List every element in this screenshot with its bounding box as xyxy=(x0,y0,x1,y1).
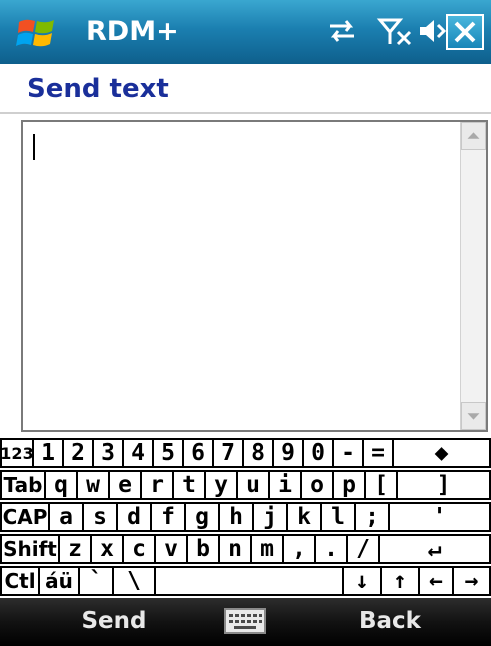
key-6[interactable]: 6 xyxy=(182,438,214,468)
signal-icon[interactable] xyxy=(376,14,416,48)
key-8[interactable]: 8 xyxy=(242,438,274,468)
key-123[interactable]: 123 xyxy=(0,438,34,468)
key-j[interactable]: j xyxy=(252,502,288,532)
key-z[interactable]: z xyxy=(58,534,92,564)
key-backslash[interactable]: \ xyxy=(112,566,156,596)
back-softkey[interactable]: Back xyxy=(340,608,440,638)
key-m[interactable]: m xyxy=(250,534,284,564)
key-q[interactable]: q xyxy=(44,470,78,500)
key-semicolon[interactable]: ; xyxy=(354,502,390,532)
key-tab[interactable]: Tab xyxy=(0,470,46,500)
key-2[interactable]: 2 xyxy=(62,438,94,468)
key-x[interactable]: x xyxy=(90,534,124,564)
key-enter[interactable]: ↵ xyxy=(378,534,491,564)
message-textarea[interactable] xyxy=(21,120,488,432)
key-comma[interactable]: , xyxy=(282,534,316,564)
volume-icon[interactable] xyxy=(418,14,448,48)
close-icon xyxy=(454,21,476,43)
key-0[interactable]: 0 xyxy=(302,438,334,468)
key-lbracket[interactable]: [ xyxy=(364,470,398,500)
title-bar: RDM+ xyxy=(0,0,491,64)
header-divider xyxy=(0,112,491,114)
key-a[interactable]: a xyxy=(48,502,84,532)
key-backtick[interactable]: ` xyxy=(78,566,114,596)
page-header: Send text xyxy=(0,64,491,114)
key-minus[interactable]: - xyxy=(332,438,364,468)
key-y[interactable]: y xyxy=(204,470,238,500)
page-title: Send text xyxy=(27,74,169,104)
key-equals[interactable]: = xyxy=(362,438,394,468)
key-cap[interactable]: CAP xyxy=(0,502,50,532)
key-arrow-left[interactable]: ← xyxy=(418,566,454,596)
key-quote[interactable]: ' xyxy=(388,502,491,532)
scroll-up-icon xyxy=(467,132,480,139)
key-f[interactable]: f xyxy=(150,502,186,532)
scroll-up-button[interactable] xyxy=(461,122,486,150)
key-k[interactable]: k xyxy=(286,502,322,532)
key-accents[interactable]: áü xyxy=(38,566,80,596)
key-b[interactable]: b xyxy=(186,534,220,564)
key-5[interactable]: 5 xyxy=(152,438,184,468)
text-caret xyxy=(33,134,35,160)
key-h[interactable]: h xyxy=(218,502,254,532)
key-period[interactable]: . xyxy=(314,534,348,564)
key-7[interactable]: 7 xyxy=(212,438,244,468)
key-s[interactable]: s xyxy=(82,502,118,532)
send-softkey[interactable]: Send xyxy=(64,608,164,638)
key-p[interactable]: p xyxy=(332,470,366,500)
key-4[interactable]: 4 xyxy=(122,438,154,468)
key-ctl[interactable]: Ctl xyxy=(0,566,40,596)
key-1[interactable]: 1 xyxy=(32,438,64,468)
close-button[interactable] xyxy=(446,14,484,50)
key-n[interactable]: n xyxy=(218,534,252,564)
key-l[interactable]: l xyxy=(320,502,356,532)
key-3[interactable]: 3 xyxy=(92,438,124,468)
keyboard-icon[interactable] xyxy=(222,606,268,636)
key-9[interactable]: 9 xyxy=(272,438,304,468)
menu-bar: Send Back xyxy=(0,598,491,646)
key-arrow-up[interactable]: ↑ xyxy=(380,566,420,596)
key-c[interactable]: c xyxy=(122,534,156,564)
key-shift[interactable]: Shift xyxy=(0,534,60,564)
key-v[interactable]: v xyxy=(154,534,188,564)
onscreen-keyboard: 123 1 2 3 4 5 6 7 8 9 0- = ◆ Tab q w e r t y u i o p[] CAP a s d f g h… xyxy=(0,438,491,598)
key-t[interactable]: t xyxy=(172,470,206,500)
key-w[interactable]: w xyxy=(76,470,110,500)
key-slash[interactable]: / xyxy=(346,534,380,564)
key-space[interactable] xyxy=(154,566,344,596)
app-title: RDM+ xyxy=(86,16,179,47)
scroll-down-button[interactable] xyxy=(461,402,486,430)
sync-icon[interactable] xyxy=(322,14,362,48)
key-o[interactable]: o xyxy=(300,470,334,500)
key-d[interactable]: d xyxy=(116,502,152,532)
key-i[interactable]: i xyxy=(268,470,302,500)
key-arrow-down[interactable]: ↓ xyxy=(342,566,382,596)
key-r[interactable]: r xyxy=(140,470,174,500)
vertical-scrollbar[interactable] xyxy=(460,122,486,430)
key-g[interactable]: g xyxy=(184,502,220,532)
key-backspace[interactable]: ◆ xyxy=(392,438,491,468)
windows-start-icon[interactable] xyxy=(16,14,58,52)
key-rbracket[interactable]: ] xyxy=(396,470,491,500)
scroll-down-icon xyxy=(467,413,480,420)
key-e[interactable]: e xyxy=(108,470,142,500)
key-u[interactable]: u xyxy=(236,470,270,500)
key-arrow-right[interactable]: → xyxy=(452,566,491,596)
